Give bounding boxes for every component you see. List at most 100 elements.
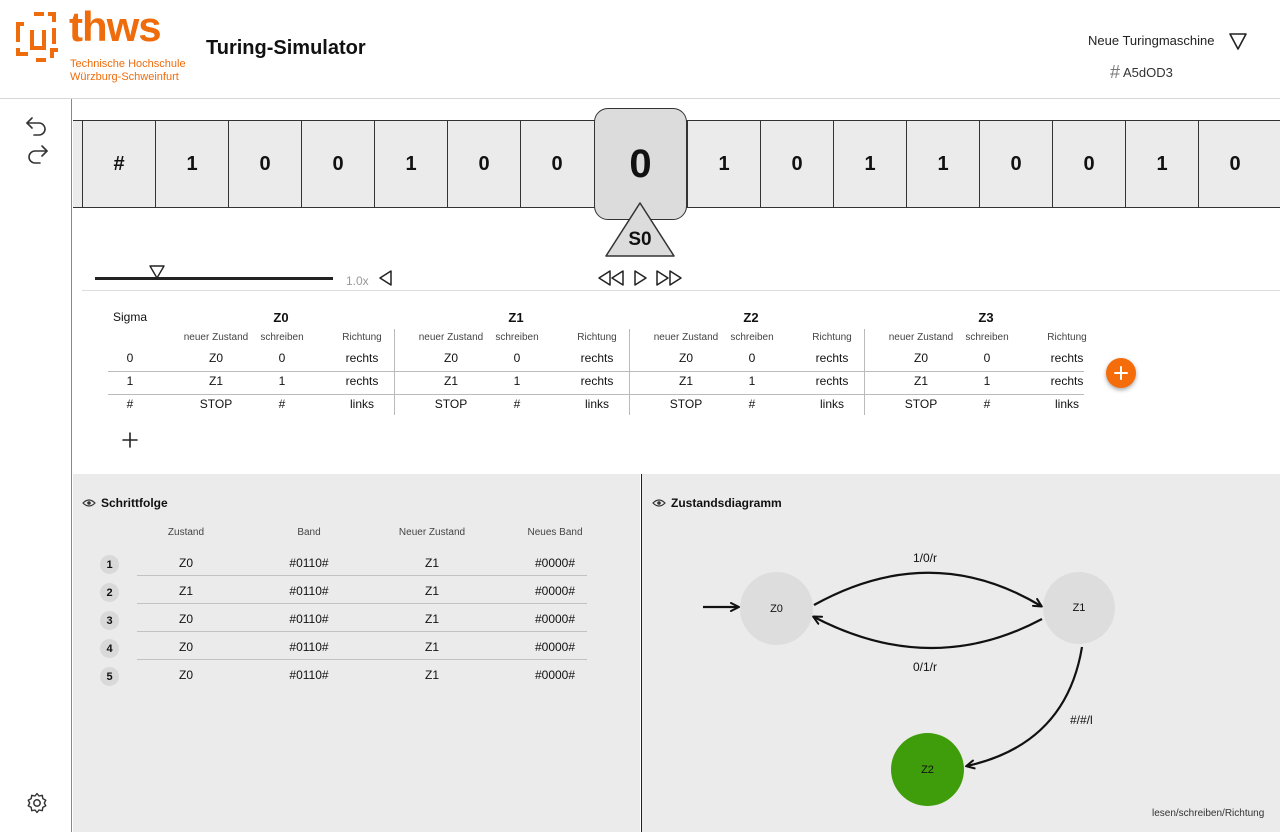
steps-column-header: Neuer Zustand xyxy=(398,527,466,538)
transition-cell[interactable]: # xyxy=(727,397,777,411)
eye-icon[interactable] xyxy=(82,498,96,508)
transition-cell[interactable]: Z1 xyxy=(178,374,254,388)
column-subheader: schreiben xyxy=(965,332,1009,343)
fast-forward-icon[interactable] xyxy=(655,268,683,288)
steps-column-header: Zustand xyxy=(167,527,205,538)
transition-cell[interactable]: rechts xyxy=(792,351,872,365)
transition-cell[interactable]: links xyxy=(557,397,637,411)
transition-cell[interactable]: STOP xyxy=(413,397,489,411)
machine-name[interactable]: Neue Turingmaschine xyxy=(1088,33,1214,48)
step-cell: Z1 xyxy=(424,640,439,654)
column-subheader: schreiben xyxy=(495,332,539,343)
add-state-button[interactable] xyxy=(1106,358,1136,388)
app-header: thws Technische Hochschule Würzburg-Schw… xyxy=(0,0,1280,99)
tape-cell[interactable]: 1 xyxy=(687,121,760,207)
tape-cell[interactable]: 0 xyxy=(1198,121,1271,207)
state-column-header[interactable]: Z2 xyxy=(736,310,766,325)
state-column-header[interactable]: Z1 xyxy=(501,310,531,325)
tape-cell[interactable]: 1 xyxy=(374,121,447,207)
undo-icon[interactable] xyxy=(24,114,50,138)
tape-cell[interactable]: 0 xyxy=(520,121,593,207)
transition-cell[interactable]: 0 xyxy=(727,351,777,365)
transition-cell[interactable]: 0 xyxy=(257,351,307,365)
step-cell: Z1 xyxy=(424,668,439,682)
column-subheader: Richtung xyxy=(1047,332,1087,343)
column-subheader: Richtung xyxy=(342,332,382,343)
tape-cell[interactable]: 1 xyxy=(833,121,906,207)
state-node-z0[interactable]: Z0 xyxy=(740,572,813,645)
brand-subline-2: Würzburg-Schweinfurt xyxy=(70,71,179,83)
transition-cell[interactable]: STOP xyxy=(178,397,254,411)
redo-icon[interactable] xyxy=(24,142,50,166)
transition-cell[interactable]: STOP xyxy=(648,397,724,411)
transition-cell[interactable]: Z0 xyxy=(883,351,959,365)
transition-cell[interactable]: Z1 xyxy=(648,374,724,388)
tape-cell[interactable]: 0 xyxy=(228,121,301,207)
transition-cell[interactable]: links xyxy=(1027,397,1107,411)
tape-cell[interactable]: 0 xyxy=(447,121,520,207)
brand-name: thws xyxy=(69,3,162,50)
transition-cell[interactable]: 1 xyxy=(727,374,777,388)
transition-cell[interactable]: 1 xyxy=(492,374,542,388)
transition-cell[interactable]: 0 xyxy=(962,351,1012,365)
add-symbol-button[interactable] xyxy=(120,430,140,450)
tape-cell[interactable]: 0 xyxy=(760,121,833,207)
steps-column-header: Neues Band xyxy=(527,527,583,538)
state-column-header[interactable]: Z3 xyxy=(971,310,1001,325)
tape-cell[interactable]: 1 xyxy=(1125,121,1198,207)
transition-cell[interactable]: Z0 xyxy=(413,351,489,365)
tape-cell[interactable]: 0 xyxy=(1052,121,1125,207)
column-subheader: Richtung xyxy=(577,332,617,343)
transition-cell[interactable]: STOP xyxy=(883,397,959,411)
edge-z0-z1 xyxy=(813,571,1043,608)
step-cell: Z0 xyxy=(178,612,193,626)
speed-slider-thumb[interactable] xyxy=(148,264,166,280)
transition-cell[interactable]: rechts xyxy=(322,374,402,388)
transition-cell[interactable]: 1 xyxy=(257,374,307,388)
row-divider xyxy=(108,371,1084,372)
play-backward-icon[interactable] xyxy=(377,269,395,287)
step-cell: #0110# xyxy=(289,640,329,654)
state-node-z1[interactable]: Z1 xyxy=(1043,572,1115,644)
step-cell: #0110# xyxy=(289,668,329,682)
transition-cell[interactable]: rechts xyxy=(1027,374,1107,388)
play-icon[interactable] xyxy=(632,268,648,288)
transition-cell[interactable]: # xyxy=(257,397,307,411)
transition-cell[interactable]: rechts xyxy=(792,374,872,388)
transition-cell[interactable]: # xyxy=(492,397,542,411)
tape-cell[interactable]: 1 xyxy=(906,121,979,207)
tape-cell[interactable]: 1 xyxy=(155,121,228,207)
gear-icon[interactable] xyxy=(24,791,50,815)
tape-cell[interactable]: # xyxy=(82,121,155,207)
step-number-badge: 5 xyxy=(100,667,119,686)
tape-cell[interactable]: 0 xyxy=(979,121,1052,207)
hash-icon: # xyxy=(1110,62,1121,82)
transition-cell[interactable]: rechts xyxy=(557,351,637,365)
speed-slider[interactable] xyxy=(95,277,333,280)
transition-cell[interactable]: rechts xyxy=(322,351,402,365)
transition-cell[interactable]: rechts xyxy=(1027,351,1107,365)
column-subheader: neuer Zustand xyxy=(183,332,249,343)
transition-cell[interactable]: 1 xyxy=(962,374,1012,388)
transition-cell[interactable]: Z0 xyxy=(178,351,254,365)
rewind-icon[interactable] xyxy=(597,268,625,288)
transition-cell[interactable]: links xyxy=(792,397,872,411)
transition-cell[interactable]: links xyxy=(322,397,402,411)
tape-cell[interactable]: 0 xyxy=(301,121,374,207)
transition-cell[interactable]: rechts xyxy=(557,374,637,388)
state-column-header[interactable]: Z0 xyxy=(266,310,296,325)
transition-cell[interactable]: Z1 xyxy=(883,374,959,388)
chevron-down-icon[interactable] xyxy=(1227,30,1249,52)
transition-cell[interactable]: Z0 xyxy=(648,351,724,365)
transition-cell[interactable]: Z1 xyxy=(413,374,489,388)
transition-cell[interactable]: # xyxy=(962,397,1012,411)
state-node-z2[interactable]: Z2 xyxy=(891,733,964,806)
column-subheader: Richtung xyxy=(812,332,852,343)
row-divider xyxy=(108,394,1084,395)
sigma-symbol: 0 xyxy=(126,351,134,365)
step-cell: #0000# xyxy=(534,584,576,598)
transition-cell[interactable]: 0 xyxy=(492,351,542,365)
column-subheader: neuer Zustand xyxy=(653,332,719,343)
sigma-symbol: # xyxy=(126,397,134,411)
machine-id-value: A5dOD3 xyxy=(1123,64,1173,80)
